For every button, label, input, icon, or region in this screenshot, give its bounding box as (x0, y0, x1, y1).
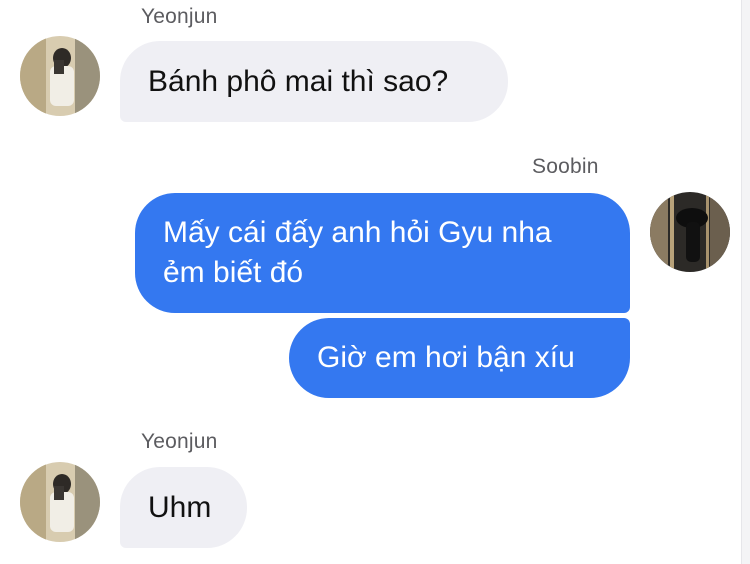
yeonjun-avatar[interactable] (20, 36, 100, 116)
sender-name-soobin: Soobin (532, 155, 599, 178)
scrollbar[interactable] (741, 0, 750, 564)
message-text: Giờ em hơi bận xíu (317, 341, 575, 374)
soobin-avatar[interactable] (650, 192, 730, 272)
message-bubble-incoming[interactable]: Uhm (120, 467, 247, 548)
message-text: Mấy cái đấy anh hỏi Gyu nha ẻm biết đó (163, 216, 552, 289)
message-text: Uhm (148, 490, 212, 524)
sender-name-yeonjun: Yeonjun (141, 430, 218, 453)
yeonjun-avatar[interactable] (20, 462, 100, 542)
message-bubble-outgoing[interactable]: Mấy cái đấy anh hỏi Gyu nha ẻm biết đó (135, 193, 630, 313)
message-text: Bánh phô mai thì sao? (148, 64, 449, 98)
sender-name-yeonjun: Yeonjun (141, 5, 218, 28)
message-bubble-outgoing[interactable]: Giờ em hơi bận xíu (289, 318, 630, 398)
message-bubble-incoming[interactable]: Bánh phô mai thì sao? (120, 41, 508, 122)
